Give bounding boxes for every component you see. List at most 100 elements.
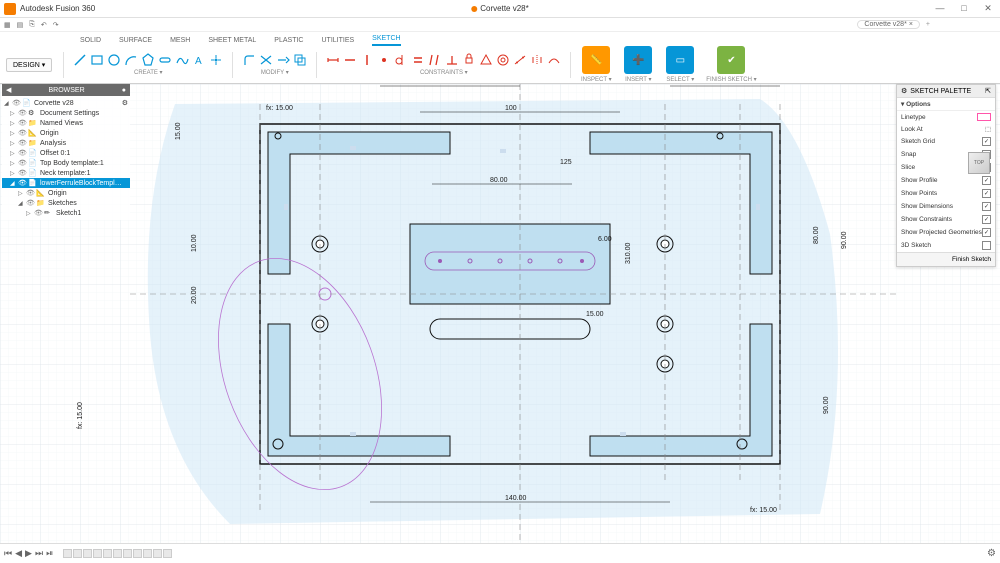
group-label-constraints[interactable]: CONSTRAINTS ▾: [420, 69, 468, 76]
hdim-icon[interactable]: [326, 53, 340, 67]
timeline-step[interactable]: [93, 549, 102, 558]
browser-node[interactable]: ◢👁📁Sketches: [2, 198, 130, 208]
horizontal-icon[interactable]: [343, 53, 357, 67]
group-label-modify[interactable]: MODIFY ▾: [261, 69, 289, 76]
offset-icon[interactable]: [293, 53, 307, 67]
timeline-settings-icon[interactable]: ⚙: [987, 548, 996, 559]
tab-mesh[interactable]: MESH: [170, 37, 190, 46]
midpoint-icon[interactable]: [479, 53, 493, 67]
group-label-select[interactable]: SELECT ▾: [666, 76, 694, 83]
palette-option[interactable]: Show Points✓: [897, 187, 995, 200]
palette-option[interactable]: Sketch Grid✓: [897, 135, 995, 148]
palette-option[interactable]: Show Dimensions✓: [897, 200, 995, 213]
group-label-inspect[interactable]: INSPECT ▾: [581, 76, 612, 83]
center-block[interactable]: [410, 224, 610, 304]
timeline-next[interactable]: ▶: [25, 548, 32, 559]
group-label-insert[interactable]: INSERT ▾: [625, 76, 651, 83]
palette-option[interactable]: Show Projected Geometries✓: [897, 226, 995, 239]
timeline-play[interactable]: ⏯: [46, 548, 53, 559]
undo-icon[interactable]: ↶: [41, 21, 47, 29]
minimize-button[interactable]: —: [928, 3, 952, 14]
palette-option[interactable]: Look At⬚: [897, 123, 995, 135]
timeline-step[interactable]: [103, 549, 112, 558]
browser-node[interactable]: ▷👁📁Analysis: [2, 138, 130, 148]
poly-icon[interactable]: [141, 53, 155, 67]
viewcube[interactable]: TOP: [968, 152, 994, 178]
arc-icon[interactable]: [124, 53, 138, 67]
curvature-icon[interactable]: [547, 53, 561, 67]
browser-node[interactable]: ▷👁⚙Document Settings: [2, 108, 130, 118]
concentric-icon[interactable]: [496, 53, 510, 67]
collinear-icon[interactable]: [513, 53, 527, 67]
document-tab[interactable]: Corvette v28* ×: [857, 20, 920, 29]
grid-icon[interactable]: ▦: [4, 21, 11, 29]
palette-option[interactable]: Linetype: [897, 111, 995, 123]
browser-node[interactable]: ◢👁📄Corvette v28⚙: [2, 98, 130, 108]
timeline-step[interactable]: [83, 549, 92, 558]
vertical-icon[interactable]: [360, 53, 374, 67]
tab-sheetmetal[interactable]: SHEET METAL: [208, 37, 256, 46]
viewcube-face[interactable]: TOP: [968, 152, 990, 174]
sketch-svg[interactable]: 80.00 100 80.00 fx: 15.00 15.00 80.00 12…: [0, 84, 1000, 543]
panel-icon[interactable]: ▤: [17, 21, 24, 29]
browser-node[interactable]: ▷👁📐Origin: [2, 188, 130, 198]
close-button[interactable]: ✕: [976, 3, 1000, 14]
browser-node[interactable]: ▷👁✏Sketch1: [2, 208, 130, 218]
extend-icon[interactable]: [276, 53, 290, 67]
save-icon[interactable]: ⎘: [29, 21, 35, 29]
browser-node[interactable]: ▷👁📄Offset 0:1: [2, 148, 130, 158]
browser-node[interactable]: ▷👁📄Neck template:1: [2, 168, 130, 178]
sketch-canvas[interactable]: 80.00 100 80.00 fx: 15.00 15.00 80.00 12…: [0, 84, 1000, 543]
timeline-step[interactable]: [63, 549, 72, 558]
timeline-step[interactable]: [153, 549, 162, 558]
timeline-step[interactable]: [133, 549, 142, 558]
palette-section-options[interactable]: ▾ Options: [897, 98, 995, 111]
timeline-step[interactable]: [73, 549, 82, 558]
fillet-icon[interactable]: [242, 53, 256, 67]
insert-button[interactable]: ➕: [624, 46, 652, 74]
workspace-switcher[interactable]: DESIGN ▾: [6, 58, 52, 72]
timeline-step[interactable]: [163, 549, 172, 558]
palette-header[interactable]: ⚙ SKETCH PALETTE ⇱: [897, 85, 995, 98]
browser-node[interactable]: ▷👁📐Origin: [2, 128, 130, 138]
tab-utilities[interactable]: UTILITIES: [321, 37, 354, 46]
timeline-prev[interactable]: ◀: [15, 548, 22, 559]
equal-icon[interactable]: [411, 53, 425, 67]
symmetry-icon[interactable]: [530, 53, 544, 67]
line-icon[interactable]: [73, 53, 87, 67]
browser-header[interactable]: ◀BROWSER●: [2, 84, 130, 96]
browser-node[interactable]: ◢👁📄lowerFerruleBlockTempl…: [2, 178, 130, 188]
palette-option[interactable]: Show Constraints✓: [897, 213, 995, 226]
tab-solid[interactable]: SOLID: [80, 37, 101, 46]
tangent-icon[interactable]: [394, 53, 408, 67]
timeline-steps[interactable]: [63, 549, 172, 558]
browser-node[interactable]: ▷👁📁Named Views: [2, 118, 130, 128]
palette-option[interactable]: 3D Sketch: [897, 239, 995, 252]
browser-node[interactable]: ▷👁📄Top Body template:1: [2, 158, 130, 168]
group-label-finish[interactable]: FINISH SKETCH ▾: [706, 76, 756, 83]
timeline-step[interactable]: [113, 549, 122, 558]
circle-icon[interactable]: [107, 53, 121, 67]
redo-icon[interactable]: ↷: [53, 21, 59, 29]
fix-icon[interactable]: [462, 53, 476, 67]
tab-surface[interactable]: SURFACE: [119, 37, 152, 46]
timeline-start[interactable]: ⏮: [4, 548, 12, 559]
tab-sketch[interactable]: SKETCH: [372, 35, 400, 46]
maximize-button[interactable]: □: [952, 3, 976, 14]
timeline-step[interactable]: [143, 549, 152, 558]
palette-finish-button[interactable]: Finish Sketch: [897, 252, 995, 266]
trim-icon[interactable]: [259, 53, 273, 67]
slot-icon[interactable]: [158, 53, 172, 67]
spline-icon[interactable]: [175, 53, 189, 67]
perp-icon[interactable]: [445, 53, 459, 67]
text-icon[interactable]: A: [192, 53, 206, 67]
timeline-end[interactable]: ⏭: [35, 548, 43, 559]
tab-close-icon[interactable]: ×: [909, 21, 913, 28]
rect-icon[interactable]: [90, 53, 104, 67]
coincident-icon[interactable]: [377, 53, 391, 67]
select-button[interactable]: ▭: [666, 46, 694, 74]
finish-sketch-button[interactable]: ✔: [717, 46, 745, 74]
tab-plastic[interactable]: PLASTIC: [274, 37, 303, 46]
parallel-icon[interactable]: [428, 53, 442, 67]
inspect-button[interactable]: 📏: [582, 46, 610, 74]
